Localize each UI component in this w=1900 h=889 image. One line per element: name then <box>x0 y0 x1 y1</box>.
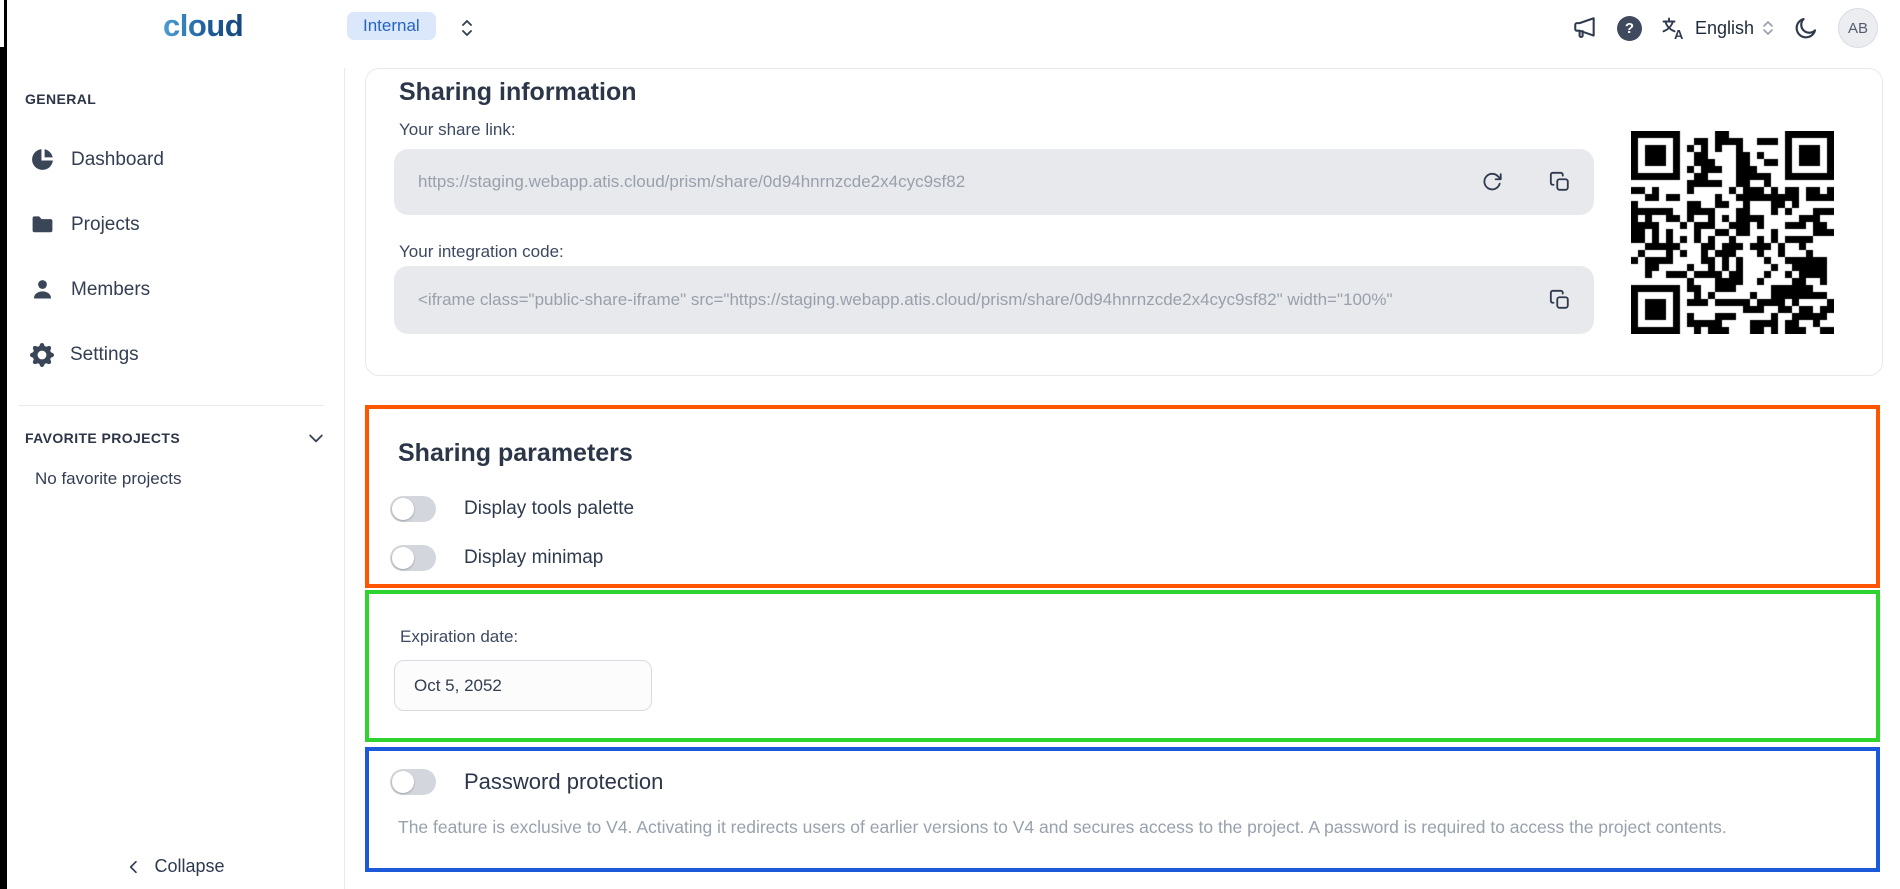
sharing-parameters-section: Sharing parameters Display tools palette… <box>365 405 1880 588</box>
expiration-date-section: Expiration date: Oct 5, 2052 <box>365 590 1880 742</box>
refresh-icon <box>1481 171 1503 193</box>
help-icon[interactable]: ? <box>1617 16 1642 41</box>
regenerate-link-button[interactable] <box>1472 162 1512 202</box>
toggle-label: Display tools palette <box>464 498 634 520</box>
display-minimap-toggle[interactable] <box>390 545 436 571</box>
integration-code-input[interactable]: <iframe class="public-share-iframe" src=… <box>394 266 1594 334</box>
password-protection-toggle[interactable] <box>390 769 436 795</box>
sidebar: GENERAL Dashboard Projects Members <box>7 68 345 889</box>
top-bar: cloud Internal ? A Engl <box>7 0 1900 56</box>
password-protection-description: The feature is exclusive to V4. Activati… <box>398 817 1836 838</box>
toggle-knob <box>392 771 414 793</box>
copy-icon <box>1549 289 1571 311</box>
sidebar-item-members[interactable]: Members <box>7 257 344 322</box>
collapse-sidebar-button[interactable]: Collapse <box>7 856 344 877</box>
language-label: English <box>1695 18 1754 39</box>
dark-mode-moon-icon[interactable] <box>1793 15 1819 41</box>
integration-code-label: Your integration code: <box>399 242 564 262</box>
toggle-knob <box>392 498 414 520</box>
svg-text:A: A <box>1674 27 1684 41</box>
sharing-information-title: Sharing information <box>399 78 637 107</box>
sidebar-divider <box>19 405 324 406</box>
integration-code-value: <iframe class="public-share-iframe" src=… <box>394 290 1540 310</box>
sharing-information-card: Sharing information Your share link: htt… <box>365 68 1883 376</box>
toggle-knob <box>392 547 414 569</box>
screen-edge-strip <box>0 47 7 889</box>
sidebar-item-label: Settings <box>70 344 139 366</box>
password-protection-row: Password protection <box>390 769 663 795</box>
expiration-date-input[interactable]: Oct 5, 2052 <box>394 660 652 711</box>
user-icon <box>30 277 55 302</box>
gear-icon <box>30 343 54 367</box>
environment-selector-icon[interactable] <box>459 15 475 41</box>
environment-badge[interactable]: Internal <box>347 12 436 40</box>
language-selector[interactable]: A English <box>1661 16 1774 41</box>
sidebar-section-general: GENERAL <box>25 91 344 107</box>
display-tools-palette-row: Display tools palette <box>390 496 634 522</box>
display-minimap-row: Display minimap <box>390 545 603 571</box>
favorites-empty-text: No favorite projects <box>35 469 344 489</box>
chevron-left-icon <box>126 858 142 876</box>
password-protection-label: Password protection <box>464 769 663 795</box>
copy-link-button[interactable] <box>1540 162 1580 202</box>
sidebar-item-label: Members <box>71 279 150 301</box>
sidebar-item-projects[interactable]: Projects <box>7 192 344 257</box>
share-link-label: Your share link: <box>399 120 516 140</box>
collapse-label: Collapse <box>154 856 224 877</box>
folder-icon <box>30 212 55 237</box>
sidebar-item-label: Projects <box>71 214 140 236</box>
copy-icon <box>1549 171 1571 193</box>
sidebar-item-dashboard[interactable]: Dashboard <box>7 127 344 192</box>
sidebar-item-label: Dashboard <box>71 149 164 171</box>
megaphone-icon[interactable] <box>1572 15 1598 41</box>
toggle-label: Display minimap <box>464 547 603 569</box>
chevron-down-icon <box>306 428 326 448</box>
qr-code <box>1631 131 1834 334</box>
favorite-projects-header[interactable]: FAVORITE PROJECTS <box>25 428 326 448</box>
user-avatar[interactable]: AB <box>1838 8 1878 48</box>
language-chevron-icon <box>1762 17 1774 39</box>
display-tools-palette-toggle[interactable] <box>390 496 436 522</box>
share-link-value: https://staging.webapp.atis.cloud/prism/… <box>394 172 1472 192</box>
expiration-date-label: Expiration date: <box>400 627 518 647</box>
sidebar-section-favorites: FAVORITE PROJECTS <box>25 430 180 446</box>
app-logo[interactable]: cloud <box>163 8 243 44</box>
pie-chart-icon <box>30 147 55 172</box>
translate-icon: A <box>1661 16 1687 41</box>
sharing-parameters-title: Sharing parameters <box>398 439 633 468</box>
copy-code-button[interactable] <box>1540 280 1580 320</box>
share-link-input[interactable]: https://staging.webapp.atis.cloud/prism/… <box>394 149 1594 215</box>
password-protection-section: Password protection The feature is exclu… <box>365 747 1880 872</box>
sidebar-item-settings[interactable]: Settings <box>7 322 344 387</box>
